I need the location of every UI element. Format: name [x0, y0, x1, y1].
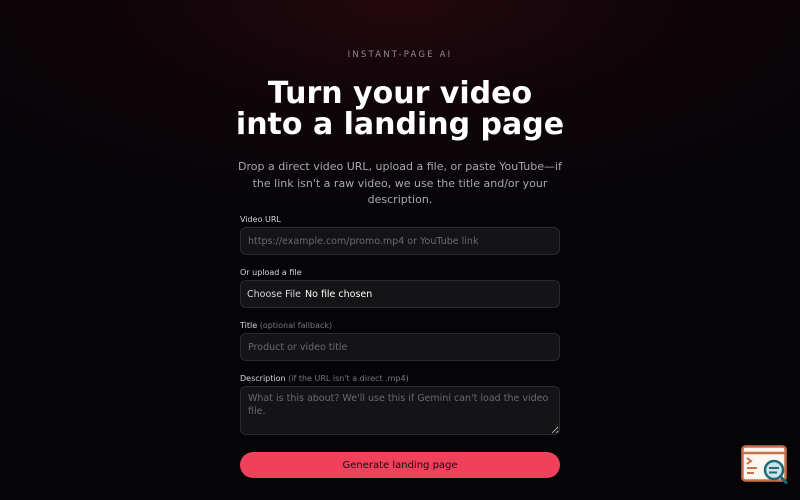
description-label-row: Description (if the URL isn't a direct .… — [240, 373, 560, 385]
description-group: Description (if the URL isn't a direct .… — [240, 373, 560, 450]
page-root: INSTANT-PAGE AI Turn your video into a l… — [0, 0, 800, 500]
title-label-row: Title (optional fallback) — [240, 320, 560, 332]
title-group: Title (optional fallback) — [240, 320, 560, 373]
video-url-input[interactable] — [240, 227, 560, 255]
page-title: Turn your video into a landing page — [0, 78, 800, 140]
description-textarea[interactable] — [240, 386, 560, 435]
page-subtitle: Drop a direct video URL, upload a file, … — [238, 160, 562, 206]
terminal-search-icon — [741, 445, 788, 484]
description-hint: (if the URL isn't a direct .mp4) — [288, 374, 409, 383]
page-title-line-2: into a landing page — [235, 107, 565, 142]
brand-eyebrow: INSTANT-PAGE AI — [347, 50, 453, 60]
title-input[interactable] — [240, 333, 560, 361]
page-title-line-1: Turn your video — [267, 76, 533, 111]
file-upload-input[interactable]: Choose File No file chosen — [240, 280, 560, 308]
description-label: Description — [240, 374, 286, 383]
upload-label: Or upload a file — [240, 268, 302, 277]
title-label: Title — [240, 321, 258, 330]
choose-file-button[interactable]: Choose File — [247, 289, 301, 300]
video-landing-form: Video URL Or upload a file Choose File N… — [240, 214, 560, 478]
video-url-group: Video URL — [240, 214, 560, 267]
generate-landing-page-button[interactable]: Generate landing page — [240, 452, 560, 478]
title-hint: (optional fallback) — [259, 321, 333, 330]
video-url-label: Video URL — [240, 215, 281, 224]
assistant-widget[interactable] — [741, 445, 789, 485]
upload-group: Or upload a file Choose File No file cho… — [240, 267, 560, 320]
file-status-text: No file chosen — [305, 288, 373, 300]
